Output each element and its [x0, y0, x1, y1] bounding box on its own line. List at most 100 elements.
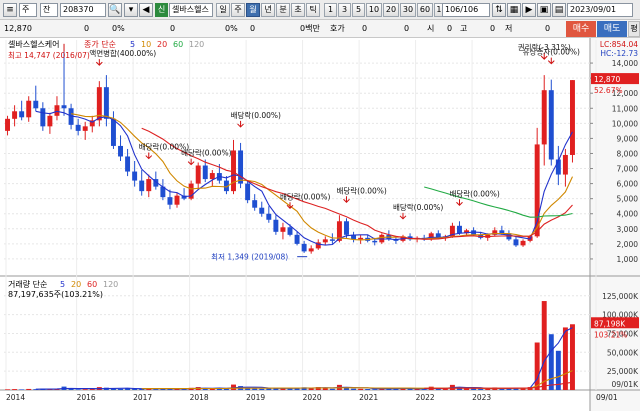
interval-button-5[interactable]: 5 — [352, 3, 365, 17]
range-text: 106/106 — [445, 5, 479, 14]
change-value: 0 — [84, 24, 90, 33]
interval-button-30[interactable]: 30 — [400, 3, 416, 17]
volume-bar — [153, 389, 159, 390]
period-button-2[interactable]: 월 — [246, 3, 260, 17]
volume-bar — [478, 388, 484, 390]
candle-body — [47, 115, 53, 127]
hoga-2: 0 — [404, 24, 410, 33]
price-panel-title: 셀바스헬스케어 — [8, 39, 60, 49]
period-button-6[interactable]: 틱 — [306, 3, 320, 17]
change-pct: 0% — [112, 24, 125, 33]
stock-code-input[interactable]: 208370 — [60, 3, 106, 17]
open-value: 0 — [447, 24, 453, 33]
volume-bar — [351, 388, 357, 390]
candle-body — [19, 111, 25, 118]
range-display[interactable]: 106/106 — [442, 3, 490, 17]
search-toggle[interactable]: 잔 — [40, 3, 58, 17]
volume-bar — [471, 388, 477, 390]
x-tick-label: 2018 — [190, 393, 209, 402]
prev-icon[interactable]: ◀ — [139, 3, 153, 17]
dropdown-icon[interactable]: ▾ — [124, 3, 138, 17]
candle-body — [280, 227, 286, 232]
event-label: 배당락(0.00%) — [231, 110, 281, 120]
period-button-0[interactable]: 일 — [216, 3, 230, 17]
price-tag: 12,870 — [594, 75, 620, 84]
volume-tick-label: 50,000K — [607, 348, 639, 357]
price-tick-label: 10,000 — [612, 119, 638, 128]
candle-body — [252, 200, 258, 208]
candle-body — [372, 240, 378, 243]
candle-body — [132, 171, 138, 181]
candle-body — [569, 80, 575, 155]
candle-body — [238, 150, 244, 184]
x-tick-label: 2022 — [416, 393, 435, 402]
price-ma-label-60: 60 — [173, 40, 183, 49]
candle-body — [40, 108, 46, 127]
volume-bar — [259, 388, 265, 390]
low-annotation: 최저 1,349 (2019/08) — [211, 252, 288, 262]
x-tick-label: 2016 — [77, 393, 96, 402]
candle-body — [329, 239, 335, 241]
candle-body — [231, 150, 236, 192]
high-label: 고 — [460, 24, 468, 33]
current-price: 12,870 — [4, 24, 32, 33]
volume-bar — [68, 388, 74, 390]
price-ma-label-10: 10 — [141, 40, 151, 49]
candle-body — [287, 227, 293, 235]
price-tick-label: 2,000 — [617, 240, 639, 249]
save-icon[interactable]: ▣ — [537, 3, 551, 17]
price-tick-label: 7,000 — [617, 165, 639, 174]
hoga-1: 0 — [362, 24, 368, 33]
interval-button-20[interactable]: 20 — [383, 3, 399, 17]
date-input[interactable]: 2023/09/01 — [567, 3, 633, 17]
interval-button-3[interactable]: 3 — [338, 3, 351, 17]
sell-button[interactable]: 매도 — [597, 21, 627, 37]
calendar-icon[interactable]: ▤ — [552, 3, 566, 17]
volume-bar — [209, 388, 215, 390]
volume-tick-label: 25,000K — [607, 367, 639, 376]
x-tick-label: 2023 — [472, 393, 491, 402]
chart-area[interactable]: 14,00013,00012,00011,00010,0009,0008,000… — [0, 38, 640, 411]
volume-bar — [548, 334, 554, 390]
period-button-5[interactable]: 초 — [291, 3, 305, 17]
volume-ma-label-60: 60 — [87, 280, 97, 289]
interval-button-60[interactable]: 60 — [417, 3, 433, 17]
volume-unit-label: 09/01K — [611, 380, 639, 389]
price-ma-label-120: 120 — [189, 40, 204, 49]
candle-body — [174, 195, 180, 205]
event-label: 배당락(0.00%) — [181, 148, 231, 158]
interval-button-10[interactable]: 10 — [366, 3, 382, 17]
period-button-1[interactable]: 주 — [231, 3, 245, 17]
quote-v2: 0% — [225, 24, 238, 33]
price-ma-label-5: 5 — [130, 40, 135, 49]
stock-code: 208370 — [63, 5, 94, 14]
market-label: 주 — [22, 5, 30, 14]
eval-button[interactable]: 평 — [628, 21, 640, 37]
volume-ma-label-120: 120 — [103, 280, 118, 289]
search-icon[interactable]: 🔍 — [108, 3, 122, 17]
period-button-4[interactable]: 분 — [276, 3, 290, 17]
x-tick-label: 2021 — [359, 393, 378, 402]
hc-label: HC:-12.73 — [600, 49, 638, 58]
volume-pct-tag: 103.21% — [594, 330, 627, 339]
price-tick-label: 4,000 — [617, 210, 639, 219]
menu-icon[interactable]: ≡ — [3, 3, 17, 17]
candle-body — [294, 234, 300, 244]
x-tick-label: 2020 — [303, 393, 322, 402]
interval-button-1[interactable]: 1 — [324, 3, 337, 17]
event-label: 배당락(0.00%) — [393, 202, 443, 212]
volume-bar — [19, 389, 25, 390]
candle-body — [33, 100, 39, 109]
volume-bar — [82, 389, 88, 390]
step-icon[interactable]: ⇅ — [492, 3, 506, 17]
grid-icon[interactable]: ▦ — [507, 3, 521, 17]
period-button-3[interactable]: 년 — [261, 3, 275, 17]
next-icon[interactable]: ▶ — [522, 3, 536, 17]
candle-body — [308, 248, 314, 252]
quote-bar: 12,870 0 0% 0 0% 0 0백만 호가 0 0 시 0 고 0 저 … — [0, 20, 640, 38]
market-selector[interactable]: 주 — [19, 3, 37, 17]
candle-body — [5, 118, 11, 131]
buy-button[interactable]: 매수 — [566, 21, 596, 37]
candle-body — [82, 126, 88, 131]
volume-bar — [26, 388, 32, 390]
